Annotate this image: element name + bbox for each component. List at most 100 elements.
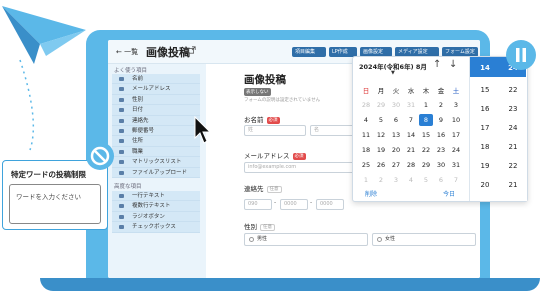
hour-option[interactable]: 18	[472, 143, 498, 151]
calendar-day[interactable]: 7	[449, 174, 463, 186]
calendar-day[interactable]: 25	[359, 159, 373, 171]
field-icon	[119, 77, 124, 81]
minute-option[interactable]: 22	[500, 162, 526, 170]
calendar-day[interactable]: 4	[404, 174, 418, 186]
calendar-day[interactable]: 5	[374, 114, 388, 126]
phone-label: 連絡先 任意	[244, 183, 282, 193]
hour-option[interactable]: 20	[472, 181, 498, 189]
calendar-day[interactable]: 26	[374, 159, 388, 171]
sidebar-item-contact[interactable]: 連絡先	[112, 115, 200, 126]
phone-input-1[interactable]: 090	[244, 199, 272, 210]
calendar-day[interactable]: 28	[359, 99, 373, 111]
calendar-day[interactable]: 6	[434, 174, 448, 186]
calendar-day[interactable]: 7	[404, 114, 418, 126]
sidebar-item-gender[interactable]: 性別	[112, 94, 200, 106]
sidebar-item-checkbox[interactable]: チェックボックス	[112, 222, 200, 233]
hour-option[interactable]: 16	[472, 105, 498, 113]
pause-button[interactable]	[506, 40, 536, 70]
sidebar-item-matrix-list[interactable]: マトリックスリスト	[112, 157, 200, 168]
calendar-day[interactable]: 12	[374, 129, 388, 141]
calendar-day[interactable]: 28	[404, 159, 418, 171]
calendar-day[interactable]: 20	[389, 144, 403, 156]
sidebar-item-address[interactable]: 住所	[112, 136, 200, 147]
form-description-hint: フォームの説明は設定されていません	[244, 98, 321, 103]
field-icon	[119, 87, 124, 92]
calendar-day[interactable]: 3	[389, 174, 403, 186]
calendar-day[interactable]: 23	[434, 144, 448, 156]
calendar-day[interactable]: 2	[374, 174, 388, 186]
email-input[interactable]: info@example.com	[244, 162, 368, 173]
sidebar-item-single-line-text[interactable]: 一行テキスト	[112, 191, 200, 202]
field-icon	[119, 129, 124, 133]
next-month-button[interactable]: ↓	[449, 59, 457, 70]
calendar-day[interactable]: 21	[404, 144, 418, 156]
calendar-day[interactable]: 29	[374, 99, 388, 111]
sidebar-item-multi-line-text[interactable]: 複数行テキスト	[112, 201, 200, 212]
radio-icon	[377, 237, 382, 242]
sidebar-item-postal-code[interactable]: 郵便番号	[112, 126, 200, 137]
minute-option[interactable]: 23	[500, 105, 526, 113]
field-icon	[119, 160, 124, 165]
calendar-day[interactable]: 27	[389, 159, 403, 171]
paper-plane-icon	[2, 6, 86, 64]
phone-input-3[interactable]: 0000	[316, 199, 344, 210]
calendar-day[interactable]: 31	[449, 159, 463, 171]
calendar-day[interactable]: 13	[389, 129, 403, 141]
weekday-label: 土	[452, 87, 460, 95]
calendar-day[interactable]: 4	[359, 114, 373, 126]
calendar-day-selected[interactable]: 8	[419, 114, 433, 126]
minute-option[interactable]: 24	[500, 124, 526, 132]
today-button[interactable]: 今日	[443, 189, 455, 198]
calendar-day[interactable]: 10	[449, 114, 463, 126]
field-icon	[119, 170, 124, 175]
calendar-day[interactable]: 31	[404, 99, 418, 111]
calendar-day[interactable]: 5	[419, 174, 433, 186]
calendar-day[interactable]: 11	[359, 129, 373, 141]
calendar-day[interactable]: 2	[434, 99, 448, 111]
calendar-day[interactable]: 29	[419, 159, 433, 171]
external-link-icon[interactable]	[188, 46, 196, 54]
minute-option[interactable]: 21	[500, 181, 526, 189]
chevron-down-icon[interactable]: ▼	[391, 70, 395, 76]
hour-option[interactable]: 17	[472, 124, 498, 132]
gender-option-female[interactable]: 女性	[372, 233, 476, 246]
hour-option[interactable]: 14	[472, 64, 498, 72]
back-link[interactable]: ← 一覧	[116, 47, 138, 57]
calendar-day[interactable]: 30	[389, 99, 403, 111]
calendar-day[interactable]: 30	[434, 159, 448, 171]
tab-field-edit[interactable]: 項目編集	[292, 47, 326, 57]
hour-option[interactable]: 15	[472, 86, 498, 94]
field-icon	[119, 204, 124, 209]
sidebar-item-name[interactable]: 名前	[112, 74, 200, 85]
calendar-day[interactable]: 18	[359, 144, 373, 156]
minute-option[interactable]: 22	[500, 86, 526, 94]
sidebar-item-date[interactable]: 日付	[112, 105, 200, 116]
calendar-day[interactable]: 1	[359, 174, 373, 186]
phone-input-2[interactable]: 0000	[280, 199, 308, 210]
calendar-day[interactable]: 9	[434, 114, 448, 126]
sidebar-item-radio-button[interactable]: ラジオボタン	[112, 211, 200, 223]
sidebar-item-occupation[interactable]: 職業	[112, 146, 200, 158]
prev-month-button[interactable]: ↑	[433, 59, 441, 70]
calendar-day[interactable]: 24	[449, 144, 463, 156]
minute-option[interactable]: 21	[500, 143, 526, 151]
calendar-day[interactable]: 19	[374, 144, 388, 156]
calendar-day[interactable]: 15	[419, 129, 433, 141]
hour-option[interactable]: 19	[472, 162, 498, 170]
calendar-day[interactable]: 6	[389, 114, 403, 126]
name-label: お名前 必須	[244, 116, 280, 124]
field-icon	[119, 225, 124, 230]
gender-option-male[interactable]: 男性	[244, 233, 368, 246]
calendar-day[interactable]: 14	[404, 129, 418, 141]
calendar-day[interactable]: 17	[449, 129, 463, 141]
calendar-day[interactable]: 3	[449, 99, 463, 111]
sidebar-item-file-upload[interactable]: ファイルアップロード	[112, 167, 200, 178]
word-input[interactable]: ワードを入力ください	[9, 184, 101, 224]
calendar-day[interactable]: 22	[419, 144, 433, 156]
calendar-day[interactable]: 16	[434, 129, 448, 141]
last-name-input[interactable]: 姓	[244, 125, 306, 136]
optional-badge: 任意	[266, 186, 282, 193]
calendar-day[interactable]: 1	[419, 99, 433, 111]
clear-date-button[interactable]: 削除	[365, 189, 377, 198]
sidebar-item-email[interactable]: メールアドレス	[112, 84, 200, 95]
